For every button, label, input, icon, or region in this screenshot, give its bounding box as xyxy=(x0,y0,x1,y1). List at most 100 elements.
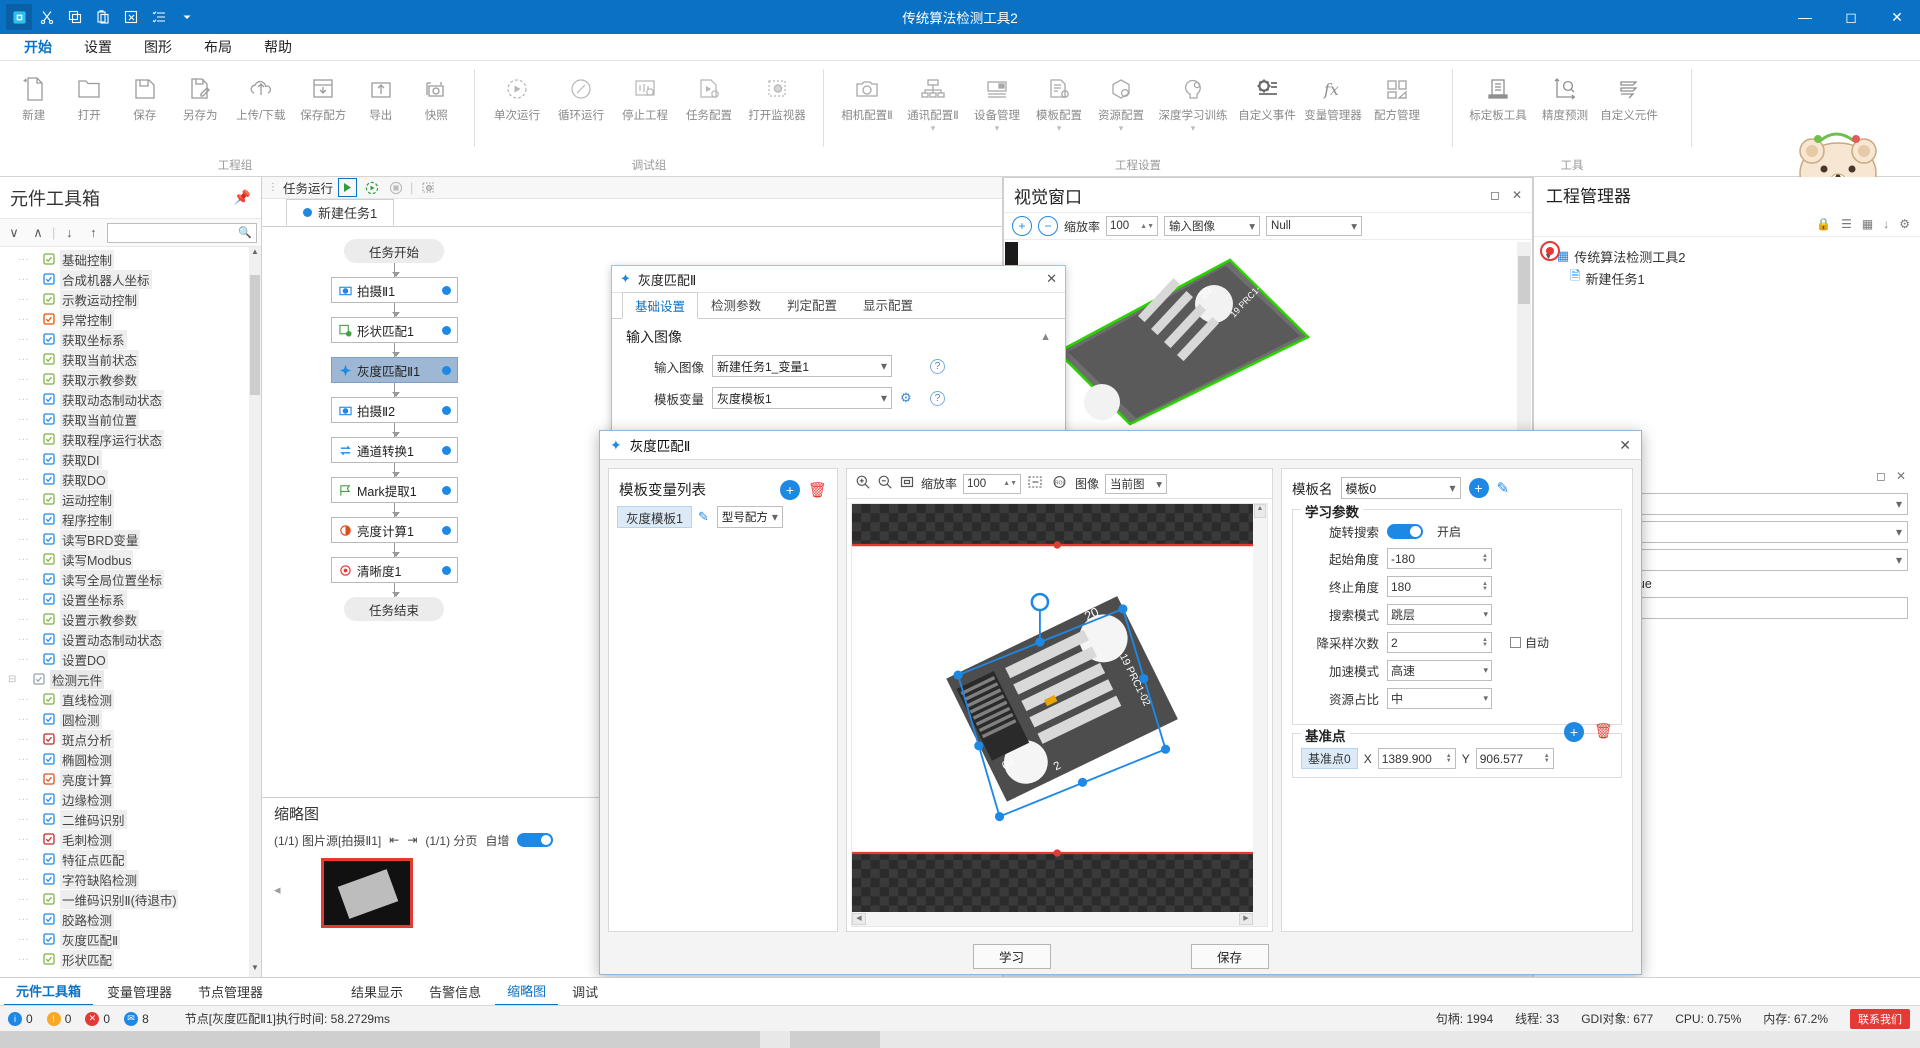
toolbox-item-14[interactable]: ∙∙∙ 读写BRD变量 xyxy=(0,529,261,549)
pencil-icon[interactable]: ✎ xyxy=(698,509,709,525)
toolbox-item-5[interactable]: ∙∙∙ 获取当前状态 xyxy=(0,349,261,369)
scroll-thumb[interactable] xyxy=(250,275,260,395)
cut-icon[interactable] xyxy=(34,4,60,30)
ribbon-accuracy-predict-button[interactable]: 精度预测 xyxy=(1533,67,1597,123)
lock-icon[interactable]: 🔒 xyxy=(1816,217,1831,231)
project-tree-child[interactable]: 🗎 新建任务1 xyxy=(1544,267,1910,289)
ribbon-snapshot-button[interactable]: 快照 xyxy=(408,67,464,123)
param-select[interactable]: 跳层 ▾ xyxy=(1387,604,1492,625)
tab-judge-config[interactable]: 判定配置 xyxy=(774,291,850,318)
chevron-up-icon[interactable]: ▲ xyxy=(1040,331,1051,343)
chevron-down-icon[interactable]: ▾ xyxy=(931,123,936,133)
bottom-tab-toolbox[interactable]: 元件工具箱 xyxy=(4,977,94,1006)
toolbox-item-16[interactable]: ∙∙∙ 读写全局位置坐标 xyxy=(0,569,261,589)
stop-icon[interactable] xyxy=(386,178,405,197)
template-name-select[interactable]: 模板0 ▾ xyxy=(1340,477,1461,499)
image-null-select[interactable]: Null ▾ xyxy=(1266,216,1363,236)
bottom-tab-result-display[interactable]: 结果显示 xyxy=(339,978,415,1005)
toolbox-item-0[interactable]: ∙∙∙ 基础控制 xyxy=(0,249,261,269)
menu-item-graphics[interactable]: 图形 xyxy=(128,34,188,60)
last-page-icon[interactable]: ⇥ xyxy=(407,833,417,847)
toolbox-item-10[interactable]: ∙∙∙ 获取DI xyxy=(0,449,261,469)
close-icon[interactable]: ✕ xyxy=(1512,188,1522,202)
toolbox-item-1[interactable]: ∙∙∙ 合成机器人坐标 xyxy=(0,269,261,289)
expand-all-icon[interactable]: ∨ xyxy=(4,223,24,243)
toolbox-scrollbar[interactable]: ▲ ▼ xyxy=(249,247,261,977)
run-loop-icon[interactable] xyxy=(362,178,381,197)
contact-us-button[interactable]: 联系我们 xyxy=(1850,1008,1910,1029)
toolbox-item-11[interactable]: ∙∙∙ 获取DO xyxy=(0,469,261,489)
roi-icon[interactable] xyxy=(1027,474,1045,493)
tab-detect-params[interactable]: 检测参数 xyxy=(698,291,774,318)
menu-item-layout[interactable]: 布局 xyxy=(188,34,248,60)
close-button[interactable]: ✕ xyxy=(1874,0,1920,34)
toolbox-item-24[interactable]: ∙∙∙ 斑点分析 xyxy=(0,729,261,749)
toolbox-item-32[interactable]: ∙∙∙ 一维码识别Ⅱ(待退市) xyxy=(0,889,261,909)
ribbon-custom-element-button[interactable]: 自定义元件 xyxy=(1597,67,1661,123)
toolbox-item-21[interactable]: ⊟ 检测元件 xyxy=(0,669,261,689)
zoom-input[interactable]: 100 ▲▼ xyxy=(963,473,1022,494)
tab-display-config[interactable]: 显示配置 xyxy=(850,291,926,318)
close-icon[interactable]: ✕ xyxy=(1619,437,1631,454)
param-select[interactable]: 高速 ▾ xyxy=(1387,660,1492,681)
flow-node[interactable]: 拍摄Ⅱ1 xyxy=(331,277,458,303)
ribbon-open-monitor-button[interactable]: 打开监视器 xyxy=(741,67,813,123)
toolbox-item-17[interactable]: ∙∙∙ 设置坐标系 xyxy=(0,589,261,609)
help-icon-2[interactable]: ? xyxy=(930,390,945,406)
zoom-in-icon[interactable]: + xyxy=(1012,216,1032,236)
search-input[interactable]: 🔍 xyxy=(107,222,257,243)
toolbox-item-7[interactable]: ∙∙∙ 获取动态制动状态 xyxy=(0,389,261,409)
flow-node[interactable]: Mark提取1 xyxy=(331,477,458,503)
scroll-up-icon[interactable]: ▲ xyxy=(249,247,261,261)
help-icon[interactable]: ? xyxy=(930,358,945,374)
flow-node[interactable]: 灰度匹配Ⅱ1 xyxy=(331,357,458,383)
flow-node[interactable]: 通道转换1 xyxy=(331,437,458,463)
ribbon-save-button[interactable]: 保存 xyxy=(117,67,173,123)
chevron-down-icon[interactable]: ▾ xyxy=(1057,123,1062,133)
ribbon-deep-learning-button[interactable]: 深度学习训练 ▾ xyxy=(1152,67,1234,133)
first-page-icon[interactable]: ⇤ xyxy=(389,833,399,847)
model-recipe-select[interactable]: 型号配方 ▾ xyxy=(716,506,783,528)
flow-node[interactable]: 拍摄Ⅱ2 xyxy=(331,397,458,423)
toolbox-item-18[interactable]: ∙∙∙ 设置示教参数 xyxy=(0,609,261,629)
ribbon-open-button[interactable]: 打开 xyxy=(62,67,118,123)
ribbon-comm-config-button[interactable]: 通讯配置Ⅱ ▾ xyxy=(900,67,966,133)
flow-node[interactable]: 形状匹配1 xyxy=(331,317,458,343)
maximize-button[interactable]: ◻ xyxy=(1828,0,1874,34)
stop-record-icon[interactable] xyxy=(1540,241,1560,261)
roi-refresh-icon[interactable]: ROI xyxy=(1051,474,1069,493)
template-list-item[interactable]: 灰度模板1 ✎ 型号配方 ▾ xyxy=(609,506,837,528)
ribbon-device-manage-button[interactable]: 设备管理 ▾ xyxy=(966,67,1028,133)
zoom-out-icon[interactable] xyxy=(877,474,893,493)
edit-template-icon[interactable]: ⚙ xyxy=(900,390,922,406)
ribbon-upload-download-button[interactable]: 上传/下载 xyxy=(228,67,293,123)
toolbox-item-27[interactable]: ∙∙∙ 边缘检测 xyxy=(0,789,261,809)
restore-icon[interactable]: ◻ xyxy=(1876,469,1886,483)
toolbox-item-9[interactable]: ∙∙∙ 获取程序运行状态 xyxy=(0,429,261,449)
chevron-down-icon[interactable] xyxy=(174,4,200,30)
input-image-combo[interactable]: 新建任务1_变量1 ▾ xyxy=(712,355,892,377)
pin-icon[interactable]: 📌 xyxy=(234,189,251,206)
ribbon-resource-config-button[interactable]: 资源配置 ▾ xyxy=(1090,67,1152,133)
template-variable-combo[interactable]: 灰度模板1 ▾ xyxy=(712,387,892,409)
zoom-input[interactable]: 100 ▲▼ xyxy=(1106,216,1159,236)
save-button[interactable]: 保存 xyxy=(1190,944,1269,969)
chevron-down-icon[interactable]: ▾ xyxy=(1119,123,1124,133)
image-select[interactable]: 当前图 ▾ xyxy=(1105,473,1168,494)
ribbon-custom-event-button[interactable]: 自定义事件 xyxy=(1234,67,1300,123)
flow-node[interactable]: 亮度计算1 xyxy=(331,517,458,543)
ribbon-save-as-button[interactable]: 另存为 xyxy=(173,67,229,123)
zoom-out-icon[interactable]: − xyxy=(1038,216,1058,236)
ribbon-stop-button[interactable]: 停止工程 xyxy=(613,67,677,123)
add-icon[interactable]: + xyxy=(779,479,800,500)
copy-icon[interactable] xyxy=(62,4,88,30)
toolbox-item-19[interactable]: ∙∙∙ 设置动态制动状态 xyxy=(0,629,261,649)
delete-icon[interactable] xyxy=(118,4,144,30)
toolbox-item-25[interactable]: ∙∙∙ 椭圆检测 xyxy=(0,749,261,769)
menu-item-settings[interactable]: 设置 xyxy=(68,34,128,60)
zoom-in-icon[interactable] xyxy=(855,474,871,493)
drag-handle-icon[interactable]: ⋮ xyxy=(268,182,278,193)
grid-icon[interactable]: ▦ xyxy=(1862,217,1873,231)
ribbon-calibration-board-button[interactable]: 标定板工具 xyxy=(1463,67,1533,123)
ribbon-recipe-manage-button[interactable]: 配方管理 xyxy=(1366,67,1428,123)
